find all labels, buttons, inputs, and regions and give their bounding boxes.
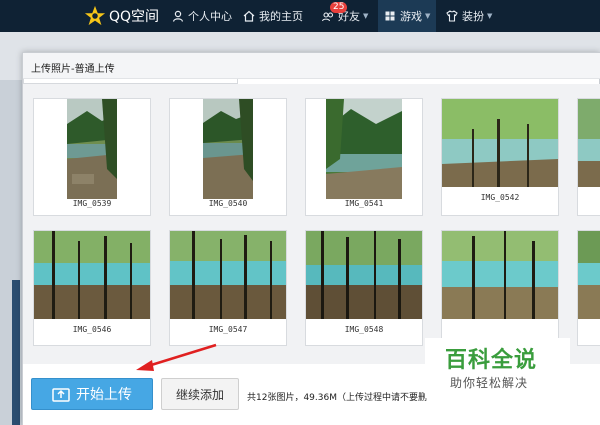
- nav-label: 游戏: [400, 10, 422, 23]
- photo-thumbnail[interactable]: IMG_0539: [33, 98, 151, 216]
- qzone-logo[interactable]: QQ空间: [84, 4, 159, 28]
- photo-image: [306, 231, 422, 319]
- person-icon: [172, 10, 184, 22]
- photo-name: IMG_0547: [208, 325, 248, 334]
- chevron-down-icon: ▼: [487, 12, 493, 20]
- photo-thumbnail-partial[interactable]: [577, 98, 600, 216]
- game-icon: [385, 11, 395, 21]
- photo-name: IMG_0542: [480, 193, 520, 202]
- top-nav: QQ空间 个人中心 我的主页 25 好友 ▼ 游戏 ▼ 装扮 ▼: [0, 0, 600, 32]
- photo-image: [34, 231, 150, 319]
- nav-item-decorate[interactable]: 装扮 ▼: [446, 0, 492, 32]
- home-icon: [243, 10, 255, 22]
- upload-icon: [52, 388, 70, 402]
- nav-label: 个人中心: [188, 10, 232, 23]
- photo-image: [578, 99, 600, 187]
- photo-image: [442, 99, 558, 187]
- watermark-subtitle: 助你轻松解决: [450, 376, 529, 390]
- nav-item-personal-center[interactable]: 个人中心: [172, 0, 232, 32]
- photo-thumbnail[interactable]: IMG_0548: [305, 230, 423, 346]
- page-background-strip: [12, 280, 20, 425]
- photo-name: IMG_0541: [344, 199, 384, 208]
- photo-image: [203, 99, 253, 199]
- photo-image: [578, 231, 600, 319]
- continue-add-label: 继续添加: [175, 387, 224, 402]
- photo-thumbnail[interactable]: IMG_0541: [305, 98, 423, 216]
- nav-item-games[interactable]: 游戏 ▼: [378, 0, 436, 32]
- photo-image: [442, 231, 558, 319]
- nav-label: 装扮: [462, 10, 484, 23]
- dialog-title: 上传照片-普通上传: [23, 53, 600, 79]
- watermark: 百科全说 助你轻松解决: [425, 338, 570, 398]
- photo-image: [67, 99, 117, 199]
- chevron-down-icon: ▼: [363, 12, 369, 20]
- nav-item-friends[interactable]: 25 好友 ▼: [322, 0, 368, 32]
- photo-name: IMG_0539: [72, 199, 112, 208]
- continue-add-button[interactable]: 继续添加: [161, 378, 239, 410]
- watermark-title: 百科全说: [445, 348, 538, 373]
- photo-image: [170, 231, 286, 319]
- start-upload-label: 开始上传: [76, 387, 132, 403]
- friends-count-badge: 25: [330, 2, 348, 13]
- star-logo-icon: [84, 5, 106, 26]
- photo-list[interactable]: IMG_0539 IMG_0540 IMG_0541 IMG_0542 IMG_…: [23, 84, 600, 364]
- photo-thumbnail[interactable]: IMG_0540: [169, 98, 287, 216]
- photo-thumbnail[interactable]: IMG_0542: [441, 98, 559, 216]
- photo-name: IMG_0540: [208, 199, 248, 208]
- photo-thumbnail[interactable]: [441, 230, 559, 346]
- photo-thumbnail-partial[interactable]: [577, 230, 600, 346]
- annotation-arrow-icon: [136, 343, 217, 371]
- photo-name: IMG_0548: [344, 325, 384, 334]
- nav-label: 我的主页: [259, 10, 303, 23]
- logo-text: QQ空间: [109, 9, 160, 25]
- photo-thumbnail[interactable]: IMG_0547: [169, 230, 287, 346]
- photo-thumbnail[interactable]: IMG_0546: [33, 230, 151, 346]
- shirt-icon: [446, 10, 458, 22]
- chevron-down-icon: ▼: [425, 12, 431, 20]
- photo-image: [326, 99, 402, 199]
- photo-name: IMG_0546: [72, 325, 112, 334]
- start-upload-button[interactable]: 开始上传: [31, 378, 153, 410]
- nav-item-my-homepage[interactable]: 我的主页: [243, 0, 303, 32]
